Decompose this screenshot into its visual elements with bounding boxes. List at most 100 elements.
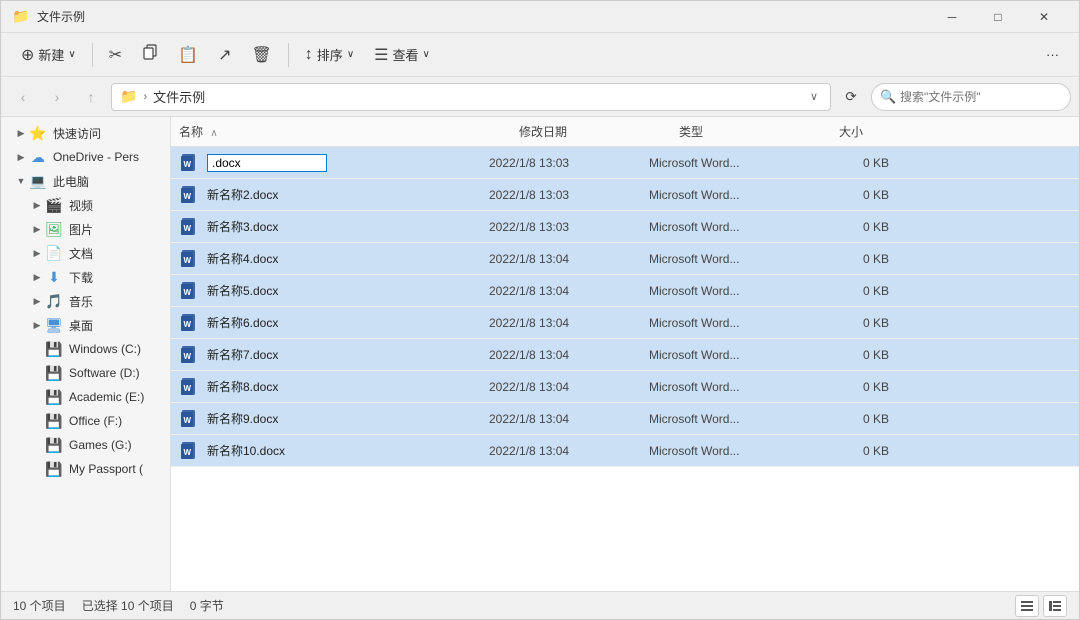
file-name-cell: W 新名称6.docx [179,312,489,334]
file-date: 2022/1/8 13:04 [489,316,649,330]
file-icon: W [179,184,201,206]
details-view-button[interactable] [1043,595,1067,617]
refresh-button[interactable]: ⟳ [837,83,865,111]
drive-icon: 💾 [45,340,63,358]
share-button[interactable]: ↗ [210,41,239,69]
delete-icon: 🗑 [251,45,271,65]
paste-button[interactable]: 📋 [170,41,206,69]
table-row[interactable]: W 新名称10.docx 2022/1/8 13:04 Microsoft Wo… [171,435,1079,467]
sidebar-item-drive-d[interactable]: ▶ 💾 Software (D:) [1,361,170,385]
table-row[interactable]: W 新名称9.docx 2022/1/8 13:04 Microsoft Wor… [171,403,1079,435]
search-icon: 🔍 [880,89,896,105]
file-icon: W [179,312,201,334]
up-button[interactable]: ↑ [77,83,105,111]
search-input[interactable] [900,90,1062,104]
maximize-button[interactable]: □ [975,1,1021,33]
share-icon: ↗ [218,45,231,65]
sidebar-item-drive-c[interactable]: ▶ 💾 Windows (C:) [1,337,170,361]
expand-icon: ▶ [29,365,45,381]
file-date: 2022/1/8 13:04 [489,444,649,458]
expand-icon: ▶ [29,269,45,285]
file-date: 2022/1/8 13:03 [489,220,649,234]
col-date-header[interactable]: 修改日期 [519,123,679,140]
file-type: Microsoft Word... [649,380,809,394]
col-name-header[interactable]: 名称 ∧ [179,123,519,140]
table-row[interactable]: W 新名称4.docx 2022/1/8 13:04 Microsoft Wor… [171,243,1079,275]
file-rows-container: W 2022/1/8 13:03 Microsoft Word... 0 KB … [171,147,1079,467]
file-name-text: 新名称4.docx [207,250,278,267]
svg-text:W: W [184,192,192,201]
expand-icon: ▶ [29,245,45,261]
sidebar-item-documents[interactable]: ▶ 📄 文档 [1,241,170,265]
expand-icon: ▶ [13,125,29,141]
sidebar-item-this-pc[interactable]: ▼ 💻 此电脑 [1,169,170,193]
sidebar-item-quick-access[interactable]: ▶ ⭐ 快速访问 [1,121,170,145]
expand-icon: ▶ [29,221,45,237]
file-icon: W [179,440,201,462]
file-date: 2022/1/8 13:04 [489,412,649,426]
svg-text:W: W [184,320,192,329]
sidebar-item-label: 视频 [69,197,162,214]
toolbar-separator-1 [92,43,93,67]
copy-icon [142,44,158,65]
sort-button[interactable]: ↕ 排序 ∨ [297,41,362,68]
address-breadcrumb-separator: › [143,91,147,103]
drive-icon: 💾 [45,364,63,382]
sidebar-item-drive-g[interactable]: ▶ 💾 Games (G:) [1,433,170,457]
table-row[interactable]: W 新名称6.docx 2022/1/8 13:04 Microsoft Wor… [171,307,1079,339]
sidebar-item-downloads[interactable]: ▶ ⬇ 下载 [1,265,170,289]
file-name-cell: W 新名称2.docx [179,184,489,206]
svg-text:W: W [184,160,192,169]
table-row[interactable]: W 2022/1/8 13:03 Microsoft Word... 0 KB [171,147,1079,179]
sidebar-item-images[interactable]: ▶ 🖼 图片 [1,217,170,241]
sidebar-item-label: 下载 [69,269,162,286]
download-icon: ⬇ [45,268,63,286]
back-button[interactable]: ‹ [9,83,37,111]
minimize-button[interactable]: ─ [929,1,975,33]
list-view-button[interactable] [1015,595,1039,617]
col-type-header[interactable]: 类型 [679,123,839,140]
address-dropdown-icon[interactable]: ∨ [806,88,822,105]
file-icon: W [179,216,201,238]
sidebar-item-music[interactable]: ▶ 🎵 音乐 [1,289,170,313]
file-icon: W [179,248,201,270]
col-size-header[interactable]: 大小 [839,123,919,140]
delete-button[interactable]: 🗑 [243,41,279,69]
file-icon: W [179,280,201,302]
file-type: Microsoft Word... [649,316,809,330]
new-icon: ⊕ [21,45,34,65]
table-row[interactable]: W 新名称7.docx 2022/1/8 13:04 Microsoft Wor… [171,339,1079,371]
table-row[interactable]: W 新名称8.docx 2022/1/8 13:04 Microsoft Wor… [171,371,1079,403]
sidebar-item-desktop[interactable]: ▶ 🖥 桌面 [1,313,170,337]
sidebar-item-onedrive[interactable]: ▶ ☁ OneDrive - Pers [1,145,170,169]
file-name-cell: W 新名称9.docx [179,408,489,430]
file-type: Microsoft Word... [649,412,809,426]
table-row[interactable]: W 新名称5.docx 2022/1/8 13:04 Microsoft Wor… [171,275,1079,307]
status-bar: 10 个项目 已选择 10 个项目 0 字节 [1,591,1079,619]
close-button[interactable]: ✕ [1021,1,1067,33]
expand-icon: ▼ [13,173,29,189]
file-name-text: 新名称8.docx [207,378,278,395]
sidebar-item-video[interactable]: ▶ 🎬 视频 [1,193,170,217]
address-input[interactable]: 📁 › 文件示例 ∨ [111,83,831,111]
new-label: 新建 [38,45,64,64]
more-label: ··· [1046,47,1059,62]
address-path-text: 文件示例 [153,87,800,106]
table-row[interactable]: W 新名称3.docx 2022/1/8 13:03 Microsoft Wor… [171,211,1079,243]
file-name-input[interactable] [207,154,327,172]
new-button[interactable]: ⊕ 新建 ∨ [13,41,84,69]
music-icon: 🎵 [45,292,63,310]
sidebar-item-drive-e[interactable]: ▶ 💾 Academic (E:) [1,385,170,409]
copy-button[interactable] [134,40,166,69]
sidebar-item-my-passport[interactable]: ▶ 💾 My Passport ( [1,457,170,481]
toolbar: ⊕ 新建 ∨ ✂ 📋 ↗ 🗑 ↕ 排序 [1,33,1079,77]
file-name-cell: W 新名称5.docx [179,280,489,302]
table-row[interactable]: W 新名称2.docx 2022/1/8 13:03 Microsoft Wor… [171,179,1079,211]
more-button[interactable]: ··· [1038,43,1067,66]
forward-button[interactable]: › [43,83,71,111]
file-name-text: 新名称10.docx [207,442,285,459]
view-button[interactable]: ☰ 查看 ∨ [366,41,438,69]
cut-button[interactable]: ✂ [101,41,130,69]
sidebar-item-drive-f[interactable]: ▶ 💾 Office (F:) [1,409,170,433]
sidebar-item-label: OneDrive - Pers [53,150,162,164]
